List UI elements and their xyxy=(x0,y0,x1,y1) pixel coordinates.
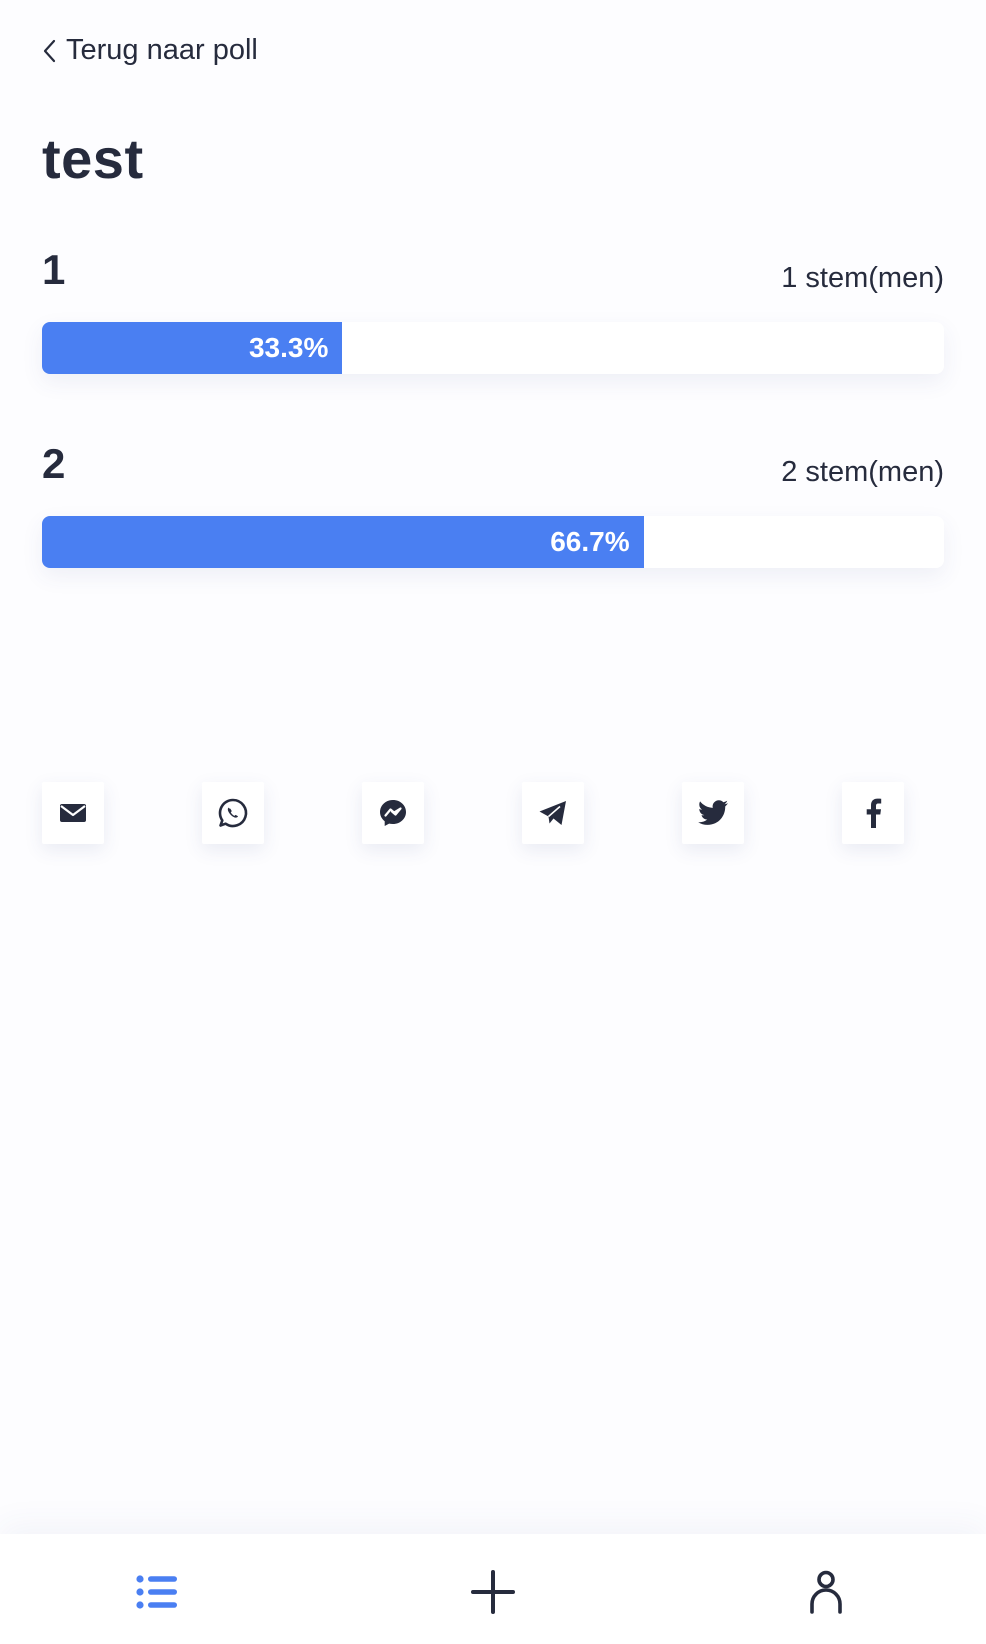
back-link-label: Terug naar poll xyxy=(66,34,258,66)
result-bar-track: 33.3% xyxy=(42,322,944,374)
facebook-icon xyxy=(864,798,882,828)
share-messenger-button[interactable] xyxy=(362,782,424,844)
nav-polls-list-button[interactable] xyxy=(127,1564,187,1624)
twitter-icon xyxy=(697,799,729,827)
share-email-button[interactable] xyxy=(42,782,104,844)
poll-results-page: Terug naar poll test 1 1 stem(men) 33.3%… xyxy=(0,0,986,1644)
chevron-left-icon xyxy=(42,39,56,63)
envelope-icon xyxy=(59,802,87,824)
whatsapp-icon xyxy=(217,797,249,829)
option-label: 2 xyxy=(42,440,66,487)
plus-icon xyxy=(471,1569,515,1619)
messenger-icon xyxy=(378,798,408,828)
result-percent-label: 33.3% xyxy=(248,332,329,363)
user-icon xyxy=(809,1570,843,1619)
result-percent-label: 66.7% xyxy=(550,526,630,557)
share-telegram-button[interactable] xyxy=(522,782,584,844)
result-bar-fill: 33.3% xyxy=(42,322,343,374)
nav-profile-button[interactable] xyxy=(796,1564,856,1624)
telegram-icon xyxy=(538,799,568,827)
option-label: 1 xyxy=(42,246,66,293)
share-whatsapp-button[interactable] xyxy=(202,782,264,844)
share-facebook-button[interactable] xyxy=(842,782,904,844)
share-buttons-row xyxy=(42,782,948,844)
back-to-poll-link[interactable]: Terug naar poll xyxy=(42,34,258,67)
poll-title: test xyxy=(42,127,144,190)
result-bar-fill: 66.7% xyxy=(42,516,644,568)
nav-create-poll-button[interactable] xyxy=(463,1564,523,1624)
bottom-navigation xyxy=(0,1534,986,1644)
option-vote-count: 1 stem(men) xyxy=(781,262,944,294)
result-bar-track: 66.7% xyxy=(42,516,944,568)
list-icon xyxy=(135,1574,179,1615)
option-vote-count: 2 stem(men) xyxy=(781,456,944,488)
share-twitter-button[interactable] xyxy=(682,782,744,844)
